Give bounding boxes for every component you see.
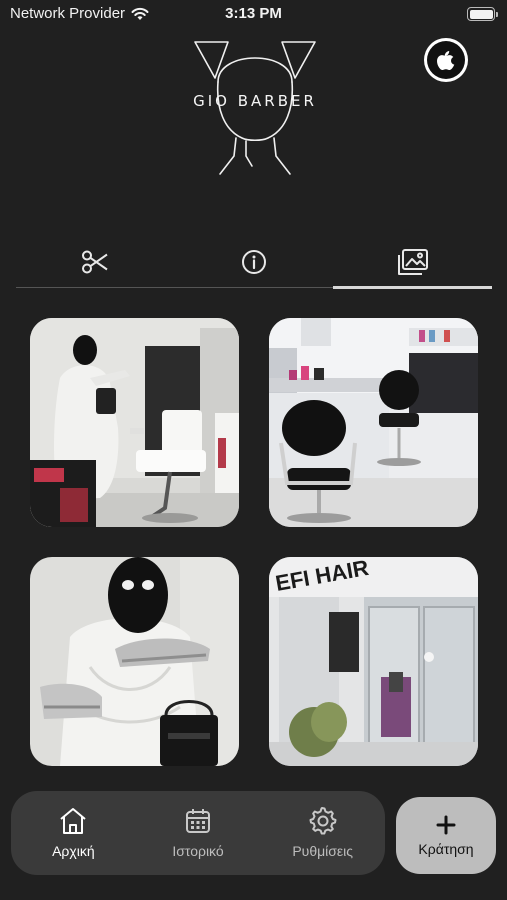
scissors-icon	[82, 250, 108, 273]
photo-storefront: EFI HAIR	[269, 557, 478, 766]
gallery-photo-3[interactable]	[30, 557, 239, 766]
nav-home[interactable]: Αρχική	[11, 791, 136, 875]
tab-info[interactable]	[175, 236, 334, 287]
nav-settings[interactable]: Ρυθμίσεις	[260, 791, 385, 875]
status-bar: Network Provider 3:13 PM	[0, 0, 507, 28]
gallery-photo-4[interactable]: EFI HAIR	[269, 557, 478, 766]
nav-home-label: Αρχική	[52, 843, 95, 859]
apple-button-inner	[427, 41, 465, 79]
battery-icon	[467, 7, 498, 21]
gallery-photo-2[interactable]	[269, 318, 478, 527]
tab-services[interactable]	[16, 236, 175, 287]
plus-icon	[436, 815, 456, 834]
bottom-nav: Αρχική Ιστορικό Ρυθμίσεις	[11, 791, 385, 875]
gallery-icon	[397, 248, 428, 275]
gallery-photo-1[interactable]	[30, 318, 239, 527]
photo-statue-sneakers	[30, 557, 239, 766]
photo-statue-chair	[30, 318, 239, 527]
logo: GIO BARBER	[190, 38, 320, 178]
book-button-label: Κράτηση	[418, 840, 474, 857]
status-time: 3:13 PM	[225, 5, 282, 22]
tab-bar	[16, 236, 492, 289]
nav-settings-label: Ρυθμίσεις	[292, 843, 354, 859]
apple-icon	[437, 50, 455, 70]
book-button[interactable]: Κράτηση	[396, 797, 496, 874]
home-icon	[60, 808, 86, 834]
gear-icon	[309, 807, 337, 835]
nav-history-label: Ιστορικό	[172, 843, 224, 859]
battery-fill	[469, 9, 493, 19]
tab-gallery[interactable]	[333, 236, 492, 289]
nav-history[interactable]: Ιστορικό	[136, 791, 261, 875]
calendar-icon	[186, 809, 210, 833]
info-icon	[242, 249, 266, 274]
battery-tip	[496, 12, 498, 17]
apple-button[interactable]	[424, 38, 468, 82]
logo-text: GIO BARBER	[193, 92, 317, 110]
photo-salon-interior	[269, 318, 478, 527]
